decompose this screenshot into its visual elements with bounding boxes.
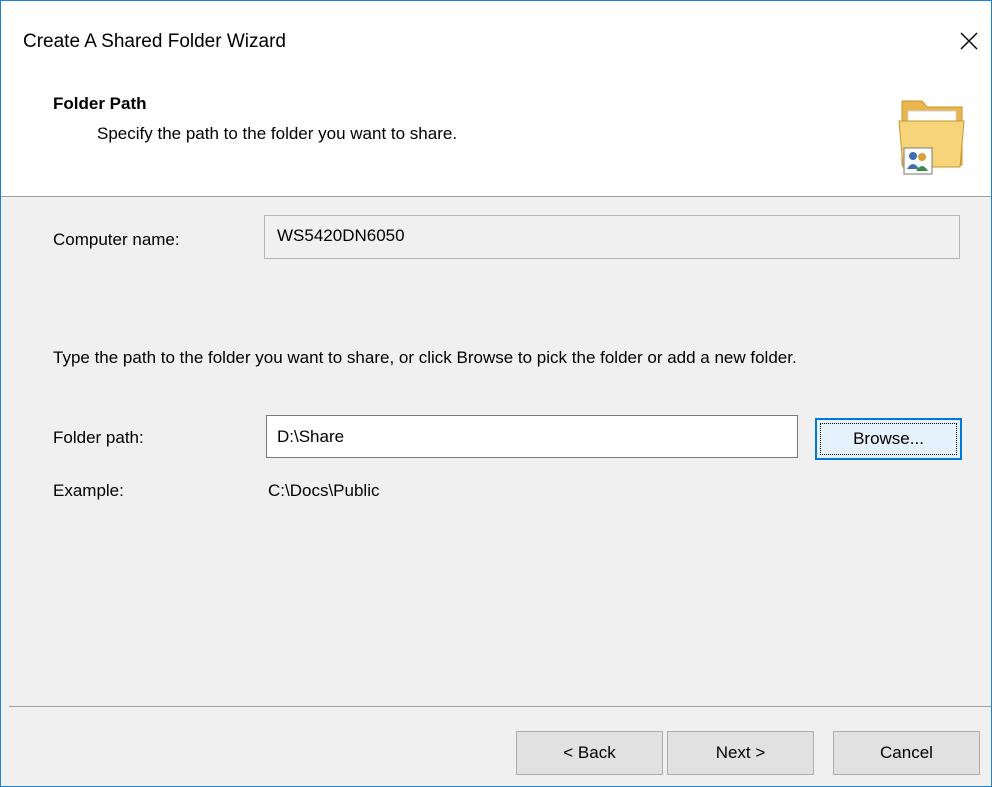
wizard-header: Folder Path Specify the path to the fold… — [1, 79, 991, 197]
instructions-text: Type the path to the folder you want to … — [53, 348, 797, 367]
back-button-label: < Back — [563, 743, 616, 762]
page-title: Folder Path — [53, 94, 147, 113]
cancel-button[interactable]: Cancel — [833, 731, 980, 775]
computer-name-field: WS5420DN6050 — [264, 215, 960, 259]
back-button[interactable]: < Back — [516, 731, 663, 775]
next-button-label: Next > — [715, 743, 766, 762]
window-title: Create A Shared Folder Wizard — [23, 31, 286, 52]
close-icon — [960, 32, 978, 50]
computer-name-label: Computer name: — [53, 230, 180, 249]
example-label: Example: — [53, 481, 124, 500]
page-subtitle: Specify the path to the folder you want … — [97, 124, 458, 143]
shared-folder-icon — [898, 100, 965, 175]
example-value: C:\Docs\Public — [268, 481, 380, 500]
next-button[interactable]: Next > — [667, 731, 814, 775]
title-bar: Create A Shared Folder Wizard — [1, 1, 991, 79]
wizard-window: Create A Shared Folder Wizard Folder Pat… — [0, 0, 992, 787]
browse-button[interactable]: Browse... — [815, 418, 962, 460]
folder-path-label: Folder path: — [53, 428, 144, 447]
cancel-button-label: Cancel — [880, 743, 933, 762]
folder-path-input[interactable] — [266, 415, 798, 458]
browse-button-label: Browse... — [853, 429, 924, 448]
close-button[interactable] — [951, 23, 987, 59]
footer-divider — [9, 706, 991, 707]
